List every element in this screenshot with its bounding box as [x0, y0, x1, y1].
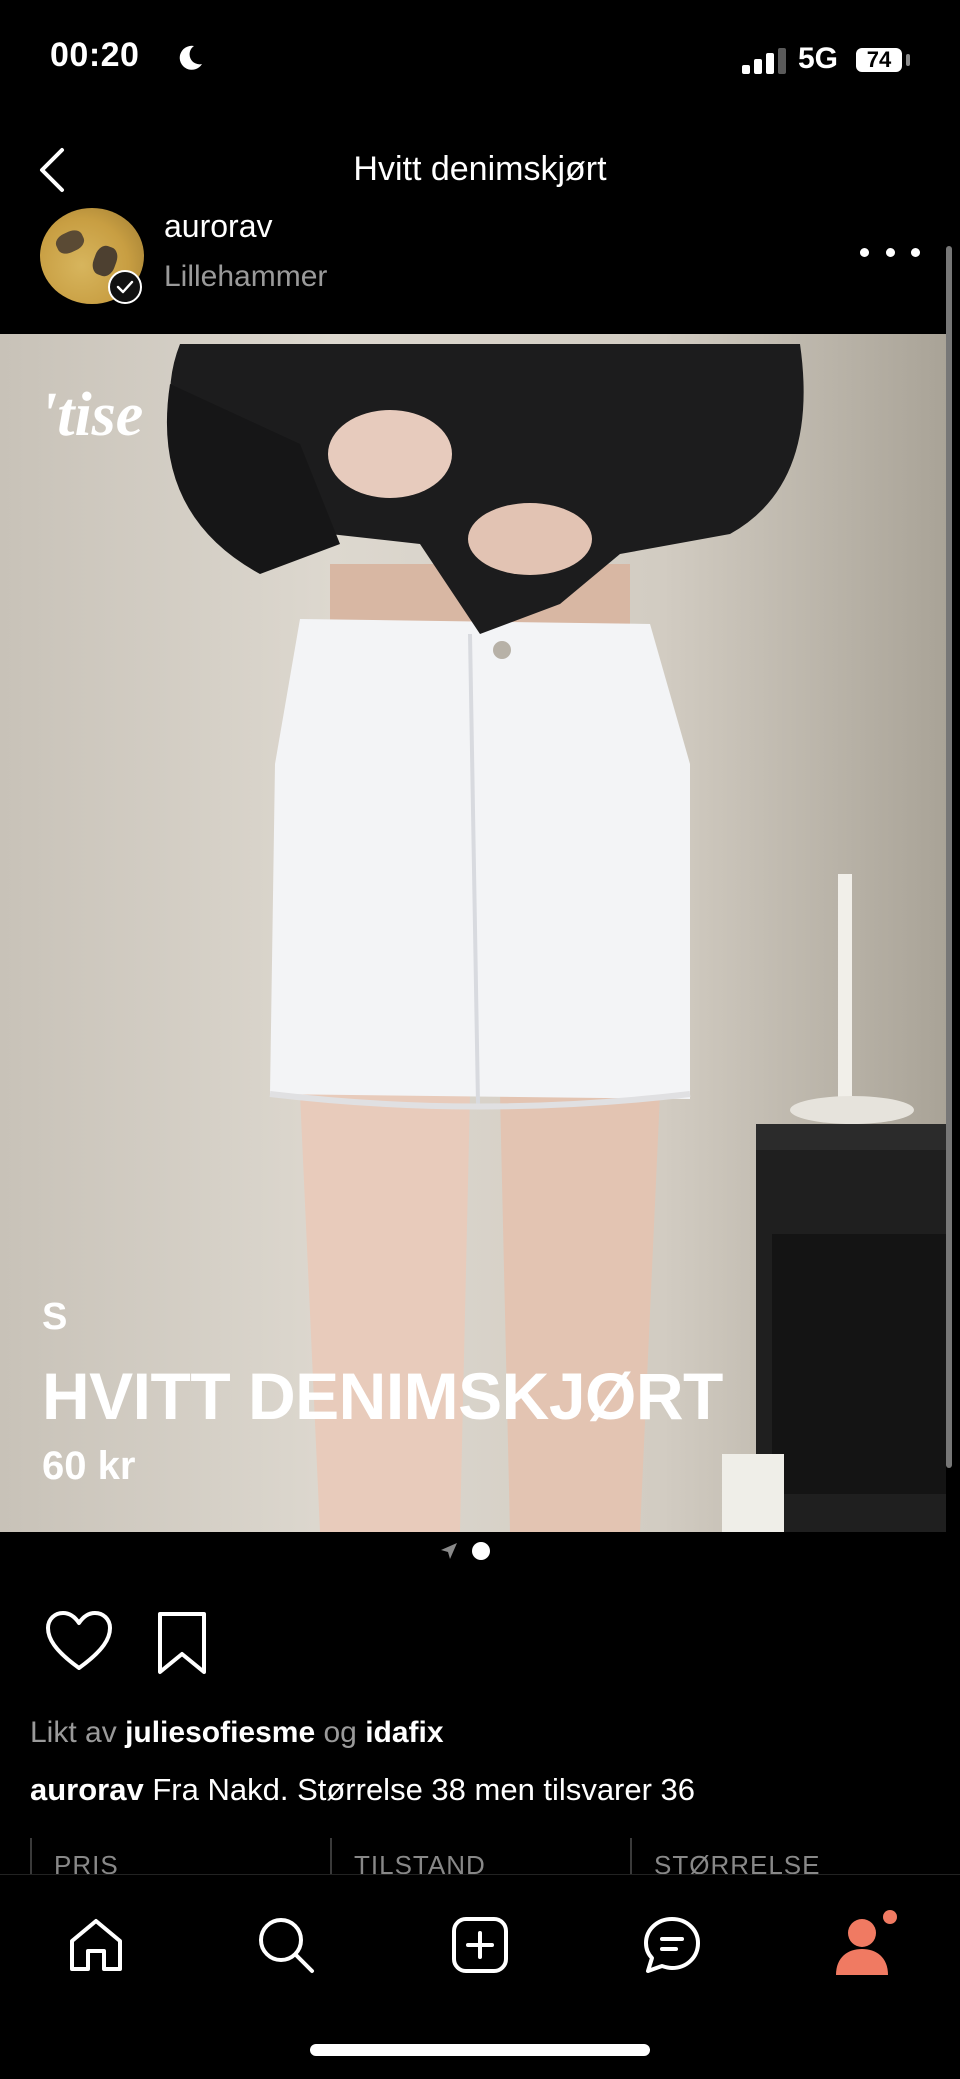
heart-icon[interactable]	[44, 1610, 114, 1674]
home-icon	[70, 1919, 122, 1971]
bookmark-icon[interactable]	[152, 1610, 212, 1676]
seller-location: Lillehammer	[164, 260, 328, 293]
info-column-price: PRIS	[30, 1838, 330, 1874]
product-price: 60 kr	[42, 1444, 136, 1488]
notification-dot	[883, 1910, 897, 1924]
liked-by-text: Likt av juliesofiesme og idafix	[30, 1716, 444, 1749]
tab-home[interactable]	[56, 1905, 136, 1985]
tise-logo: 'tise	[40, 381, 144, 449]
messages-icon	[644, 1917, 700, 1973]
liked-user-link[interactable]: juliesofiesme	[125, 1716, 315, 1749]
caption-text: Fra Nakd. Størrelse 38 men tilsvarer 36	[152, 1772, 696, 1807]
image-pager[interactable]	[440, 1542, 490, 1560]
location-arrow-icon	[441, 1543, 457, 1559]
pager-dot-active[interactable]	[472, 1542, 490, 1560]
caption-username[interactable]: aurorav	[30, 1772, 144, 1807]
status-time: 00:20	[50, 36, 140, 74]
info-column-size: STØRRELSE	[630, 1838, 930, 1874]
tab-messages[interactable]	[632, 1905, 712, 1985]
more-options-button[interactable]	[860, 232, 920, 272]
listing-info-table: PRIS TILSTAND STØRRELSE	[30, 1838, 930, 1874]
scrollbar[interactable]	[946, 246, 952, 1468]
tab-search[interactable]	[246, 1905, 326, 1985]
liked-user-link[interactable]: idafix	[365, 1716, 443, 1749]
product-title: HVITT DENIMSKJØRT	[42, 1359, 723, 1433]
page-title: Hvitt denimskjørt	[353, 150, 607, 188]
battery-indicator: 74	[856, 48, 902, 72]
battery-tip	[906, 54, 910, 66]
moon-icon	[179, 45, 202, 70]
tab-add-listing[interactable]	[440, 1905, 520, 1985]
add-listing-icon	[452, 1917, 508, 1973]
tab-profile[interactable]	[824, 1905, 904, 1985]
listing-caption: aurorav Fra Nakd. Størrelse 38 men tilsv…	[30, 1772, 695, 1808]
verified-check-icon	[108, 270, 142, 304]
profile-icon	[836, 1910, 897, 1975]
home-indicator	[310, 2044, 650, 2056]
network-label: 5G	[798, 42, 839, 75]
search-icon	[259, 1918, 314, 1973]
info-column-condition: TILSTAND	[330, 1838, 630, 1874]
size-label: S	[42, 1296, 68, 1338]
product-image[interactable]	[0, 334, 946, 1532]
product-photo	[0, 334, 946, 1532]
signal-icon	[742, 48, 786, 74]
seller-username[interactable]: aurorav	[164, 208, 273, 245]
